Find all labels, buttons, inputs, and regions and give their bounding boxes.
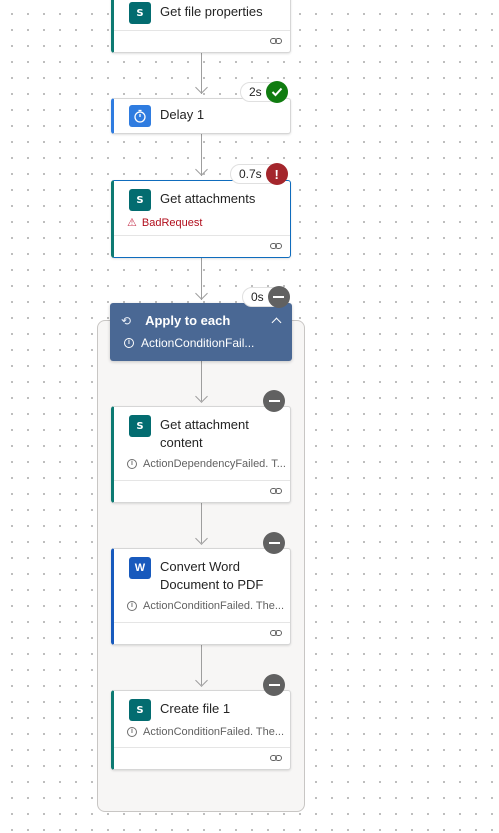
warning-icon: ⚠: [127, 217, 137, 229]
action-card-create-file[interactable]: S Create file 1 i ActionConditionFailed.…: [111, 690, 291, 770]
minus-icon[interactable]: [263, 674, 285, 696]
skipped-status: i ActionConditionFailed. The...: [114, 721, 290, 738]
info-icon: i: [124, 338, 134, 348]
card-footer: [114, 235, 290, 257]
error-status: ⚠ BadRequest: [114, 211, 290, 230]
sharepoint-icon: S: [129, 415, 151, 437]
action-card-get-attachment-content[interactable]: S Get attachment content i ActionDepende…: [111, 406, 291, 503]
action-title: Get attachments: [160, 191, 256, 206]
sharepoint-icon: S: [129, 2, 151, 24]
run-status-badge[interactable]: 0.7s !: [230, 163, 288, 185]
card-footer: [114, 480, 290, 502]
connector-arrow: [195, 287, 208, 300]
apply-to-each-header[interactable]: ⟲ Apply to each i ActionConditionFail...: [110, 303, 292, 361]
sharepoint-icon: S: [129, 699, 151, 721]
action-title: Create file 1: [160, 701, 231, 716]
link-icon[interactable]: [270, 629, 282, 637]
status-text: BadRequest: [141, 216, 203, 229]
chevron-up-icon[interactable]: [271, 317, 282, 328]
status-text: ActionDependencyFailed. T...: [143, 458, 286, 470]
check-icon: [265, 81, 288, 103]
connector-arrow: [195, 81, 208, 94]
action-card-convert-word-to-pdf[interactable]: W Convert Word Document to PDF i ActionC…: [111, 548, 291, 645]
duration-label: 0.7s: [239, 167, 262, 181]
duration-label: 0s: [251, 290, 264, 304]
run-status-badge[interactable]: 2s: [240, 81, 288, 103]
skipped-status: i ActionConditionFailed. The...: [114, 594, 290, 612]
action-title: Delay 1: [160, 107, 205, 122]
status-text: ActionConditionFailed. The...: [143, 726, 285, 738]
duration-label: 2s: [249, 85, 262, 99]
status-text: ActionConditionFail...: [141, 336, 255, 350]
link-icon[interactable]: [270, 37, 282, 45]
loop-icon: ⟲: [121, 313, 132, 328]
sharepoint-icon: S: [129, 189, 151, 211]
action-card-get-attachments[interactable]: S Get attachments ⚠ BadRequest: [111, 180, 291, 258]
minus-icon: [267, 286, 290, 308]
timer-icon: [129, 105, 151, 127]
info-icon: i: [127, 459, 137, 469]
word-icon: W: [129, 557, 151, 579]
card-footer: [114, 622, 290, 644]
run-status-badge[interactable]: 0s: [242, 286, 290, 308]
link-icon[interactable]: [270, 487, 282, 495]
action-card-delay[interactable]: Delay 1: [111, 98, 291, 134]
exclamation-icon: !: [265, 163, 288, 185]
action-title: Get file properties: [160, 4, 263, 19]
link-icon[interactable]: [270, 242, 282, 250]
action-card-get-file-properties[interactable]: S Get file properties: [111, 0, 291, 53]
card-footer: [114, 30, 290, 52]
info-icon: i: [127, 727, 137, 737]
minus-icon[interactable]: [263, 390, 285, 412]
connector-arrow: [195, 163, 208, 176]
info-icon: i: [127, 601, 137, 611]
action-title: Convert Word Document to PDF: [160, 559, 264, 592]
minus-icon[interactable]: [263, 532, 285, 554]
action-title: Get attachment content: [160, 417, 249, 450]
link-icon[interactable]: [270, 754, 282, 762]
skipped-status: i ActionDependencyFailed. T...: [114, 452, 290, 470]
card-footer: [114, 747, 290, 769]
scope-title: Apply to each: [145, 313, 231, 328]
status-text: ActionConditionFailed. The...: [143, 600, 285, 612]
